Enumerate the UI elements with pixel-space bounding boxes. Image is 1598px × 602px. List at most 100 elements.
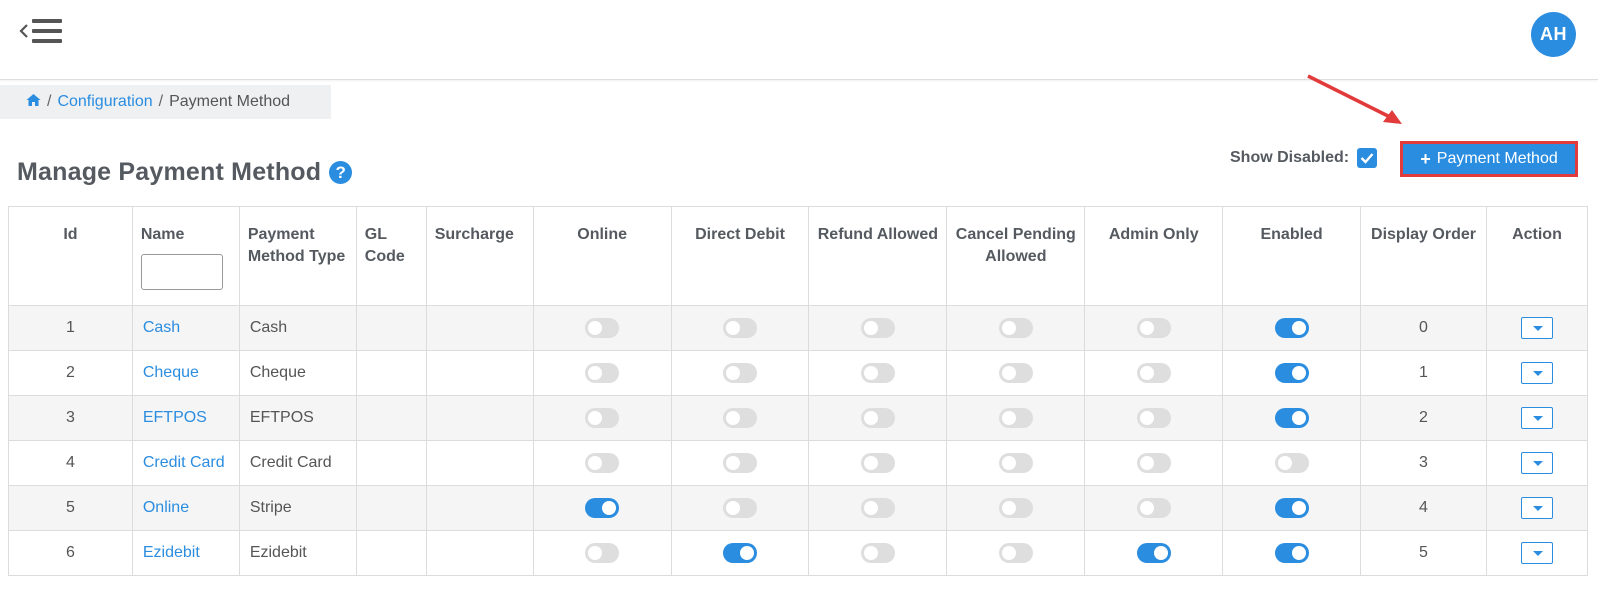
refund-allowed-toggle[interactable] (860, 543, 895, 563)
cell-payment-method-type: Cheque (238, 350, 357, 396)
add-payment-method-button[interactable]: + Payment Method (1400, 141, 1578, 177)
cell-refund-allowed (808, 305, 948, 351)
cell-enabled (1222, 440, 1362, 486)
cell-display-order: 4 (1360, 485, 1487, 531)
cell-surcharge (425, 350, 534, 396)
action-dropdown-button[interactable] (1520, 407, 1553, 429)
refund-allowed-toggle[interactable] (860, 498, 895, 518)
help-icon[interactable]: ? (329, 161, 353, 184)
cancel-pending-allowed-toggle[interactable] (998, 363, 1033, 383)
payment-method-name-link[interactable]: Credit Card (143, 454, 225, 471)
user-avatar[interactable]: AH (1531, 12, 1576, 57)
column-header-payment-method-type[interactable]: Payment Method Type (238, 206, 357, 306)
add-payment-method-label: Payment Method (1436, 150, 1558, 167)
cell-surcharge (425, 485, 534, 531)
refund-allowed-toggle[interactable] (860, 408, 895, 428)
cell-direct-debit (670, 350, 810, 396)
column-header-refund-allowed[interactable]: Refund Allowed (808, 206, 948, 306)
online-toggle[interactable] (585, 543, 620, 563)
cell-refund-allowed (808, 530, 948, 576)
cancel-pending-allowed-toggle[interactable] (998, 498, 1033, 518)
admin-only-toggle[interactable] (1136, 363, 1171, 383)
action-dropdown-button[interactable] (1520, 542, 1553, 564)
online-toggle[interactable] (585, 318, 620, 338)
direct-debit-toggle[interactable] (723, 318, 758, 338)
cell-gl-code (355, 350, 427, 396)
admin-only-toggle[interactable] (1136, 408, 1171, 428)
enabled-toggle[interactable] (1274, 408, 1309, 428)
payment-method-name-link[interactable]: Online (143, 499, 189, 516)
admin-only-toggle[interactable] (1136, 318, 1171, 338)
cell-action (1485, 395, 1589, 441)
payment-method-name-link[interactable]: Ezidebit (143, 544, 200, 561)
column-header-surcharge[interactable]: Surcharge (425, 206, 534, 306)
cell-display-order: 3 (1360, 440, 1487, 486)
cell-id: 5 (8, 485, 133, 531)
admin-only-toggle[interactable] (1136, 543, 1171, 563)
cell-admin-only (1084, 485, 1224, 531)
online-toggle[interactable] (585, 408, 620, 428)
column-header-display-order[interactable]: Display Order (1360, 206, 1487, 306)
table-row: 6 Ezidebit Ezidebit 5 (8, 530, 1589, 576)
enabled-toggle[interactable] (1274, 498, 1309, 518)
refund-allowed-toggle[interactable] (860, 453, 895, 473)
enabled-toggle[interactable] (1274, 453, 1309, 473)
column-header-cancel-pending-allowed[interactable]: Cancel Pending Allowed (946, 206, 1086, 306)
cancel-pending-allowed-toggle[interactable] (998, 408, 1033, 428)
home-icon[interactable] (26, 93, 41, 112)
refund-allowed-toggle[interactable] (860, 318, 895, 338)
show-disabled-label: Show Disabled: (1230, 149, 1350, 166)
direct-debit-toggle[interactable] (723, 363, 758, 383)
menu-collapse-icon[interactable] (18, 16, 66, 46)
enabled-toggle[interactable] (1274, 543, 1309, 563)
cell-gl-code (355, 485, 427, 531)
column-header-action: Action (1485, 206, 1589, 306)
column-header-id[interactable]: Id (8, 206, 133, 306)
action-dropdown-button[interactable] (1520, 452, 1553, 474)
cancel-pending-allowed-toggle[interactable] (998, 318, 1033, 338)
refund-allowed-toggle[interactable] (860, 363, 895, 383)
direct-debit-toggle[interactable] (723, 408, 758, 428)
admin-only-toggle[interactable] (1136, 453, 1171, 473)
column-header-gl-code[interactable]: GL Code (355, 206, 427, 306)
cell-admin-only (1084, 440, 1224, 486)
enabled-toggle[interactable] (1274, 363, 1309, 383)
cancel-pending-allowed-toggle[interactable] (998, 543, 1033, 563)
payment-method-name-link[interactable]: EFTPOS (143, 409, 207, 426)
cell-enabled (1222, 305, 1362, 351)
online-toggle[interactable] (585, 453, 620, 473)
cell-cancel-pending-allowed (946, 440, 1086, 486)
admin-only-toggle[interactable] (1136, 498, 1171, 518)
action-dropdown-button[interactable] (1520, 497, 1553, 519)
name-filter-input[interactable] (140, 254, 223, 290)
cell-cancel-pending-allowed (946, 395, 1086, 441)
column-header-online[interactable]: Online (532, 206, 672, 306)
cell-name: Ezidebit (131, 530, 240, 576)
direct-debit-toggle[interactable] (723, 498, 758, 518)
cell-action (1485, 305, 1589, 351)
cell-gl-code (355, 395, 427, 441)
direct-debit-toggle[interactable] (723, 543, 758, 563)
column-header-name[interactable]: Name (131, 206, 240, 306)
online-toggle[interactable] (585, 498, 620, 518)
payment-method-name-link[interactable]: Cheque (143, 364, 199, 381)
action-dropdown-button[interactable] (1520, 317, 1553, 339)
online-toggle[interactable] (585, 363, 620, 383)
column-header-enabled[interactable]: Enabled (1222, 206, 1362, 306)
show-disabled-checkbox[interactable] (1357, 148, 1378, 168)
enabled-toggle[interactable] (1274, 318, 1309, 338)
column-header-admin-only[interactable]: Admin Only (1084, 206, 1224, 306)
action-dropdown-button[interactable] (1520, 362, 1553, 384)
payment-method-name-link[interactable]: Cash (143, 319, 180, 336)
cell-refund-allowed (808, 485, 948, 531)
cancel-pending-allowed-toggle[interactable] (998, 453, 1033, 473)
cell-admin-only (1084, 395, 1224, 441)
breadcrumb-current: Payment Method (169, 93, 291, 110)
cell-refund-allowed (808, 350, 948, 396)
direct-debit-toggle[interactable] (723, 453, 758, 473)
breadcrumb-configuration-link[interactable]: Configuration (57, 93, 152, 111)
cell-payment-method-type: Stripe (238, 485, 357, 531)
cell-enabled (1222, 485, 1362, 531)
cell-payment-method-type: Cash (238, 305, 357, 351)
column-header-direct-debit[interactable]: Direct Debit (670, 206, 810, 306)
